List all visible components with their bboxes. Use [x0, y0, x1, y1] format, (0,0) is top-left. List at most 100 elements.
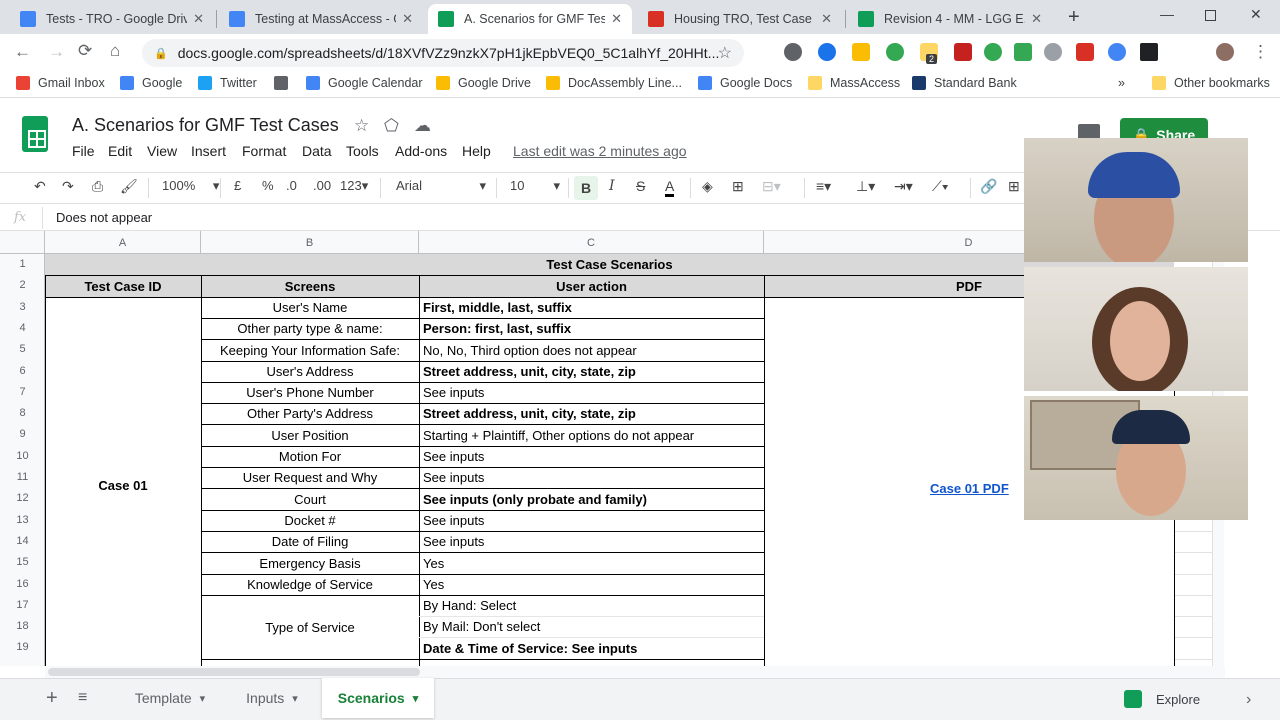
italic-button[interactable]: I	[609, 178, 615, 194]
settings-extension-icon[interactable]	[1044, 43, 1062, 61]
font-select[interactable]: Arial ▾	[396, 178, 486, 193]
action-cell[interactable]: See inputs	[423, 446, 762, 467]
more-formats-select[interactable]: 123▾	[340, 178, 368, 194]
forward-button[interactable]: →	[48, 42, 65, 62]
close-tab-icon[interactable]: ✕	[821, 11, 832, 27]
menu-addons[interactable]: Add-ons	[395, 143, 447, 159]
menu-data[interactable]: Data	[302, 143, 332, 159]
action-cell[interactable]: See inputs	[423, 382, 762, 403]
case-pdf-link[interactable]: Case 01 PDF	[930, 481, 1009, 496]
new-tab-button[interactable]: +	[1068, 6, 1080, 29]
grammarly-extension-icon[interactable]	[984, 43, 1002, 61]
bookmark-item[interactable]: DocAssembly Line...	[546, 76, 682, 90]
bookmark-item[interactable]	[274, 76, 296, 90]
action-cell[interactable]: Date & Time of Service: See inputs	[423, 637, 762, 659]
paint-format-icon[interactable]: 🖌	[120, 178, 138, 195]
bookmark-item[interactable]: Google Docs	[698, 76, 792, 90]
row-header[interactable]: 14	[0, 535, 45, 547]
all-sheets-icon[interactable]: ≡	[78, 678, 87, 718]
close-window-button[interactable]: ✕	[1250, 6, 1262, 23]
bookmark-item[interactable]: Google Drive	[436, 76, 531, 90]
text-rotation-icon[interactable]: ⟋▾	[932, 178, 949, 195]
screen-cell[interactable]: Date of Filing	[201, 531, 419, 552]
star-icon[interactable]: ☆	[354, 116, 369, 136]
text-color-button[interactable]: A	[665, 178, 675, 197]
row-header[interactable]: 5	[0, 343, 45, 355]
select-all-corner[interactable]	[0, 231, 45, 254]
decrease-decimal-button[interactable]: .0	[286, 178, 297, 193]
print-icon[interactable]: ⎙	[92, 178, 103, 195]
screen-cell[interactable]: User Request and Why	[201, 467, 419, 488]
document-title[interactable]: A. Scenarios for GMF Test Cases	[72, 115, 339, 136]
explore-button[interactable]: Explore	[1124, 685, 1200, 713]
screen-cell[interactable]: Knowledge of Service	[201, 574, 419, 595]
browser-tab[interactable]: Testing at MassAccess - Go ✕	[219, 4, 423, 34]
minimize-button[interactable]: —	[1160, 6, 1174, 22]
borders-icon[interactable]: ⊞	[732, 178, 744, 195]
bookmark-item[interactable]: Standard Bank	[912, 76, 1017, 90]
action-cell[interactable]: No, No, Third option does not appear	[423, 339, 762, 361]
row-header[interactable]: 4	[0, 322, 45, 334]
back-button[interactable]: ←	[14, 42, 31, 62]
fill-color-icon[interactable]: ◈	[702, 178, 713, 195]
screen-cell[interactable]: Motion For	[201, 446, 419, 467]
row-header[interactable]: 1	[0, 258, 45, 270]
menu-tools[interactable]: Tools	[346, 143, 379, 159]
screen-cell[interactable]: Docket #	[201, 510, 419, 531]
increase-decimal-button[interactable]: .00	[313, 178, 331, 193]
close-tab-icon[interactable]: ✕	[193, 11, 204, 27]
screen-cell[interactable]: Keeping Your Information Safe:	[201, 339, 419, 361]
profile-avatar[interactable]	[1216, 43, 1234, 61]
row-header[interactable]: 13	[0, 514, 45, 526]
column-header-c[interactable]: C	[419, 231, 764, 254]
menu-edit[interactable]: Edit	[108, 143, 132, 159]
font-size-select[interactable]: 10 ▾	[510, 178, 560, 193]
browser-tab[interactable]: Revision 4 - MM - LGG E. A ✕	[848, 4, 1052, 34]
sheet-tab-template[interactable]: Template ▾	[118, 678, 222, 718]
action-cell[interactable]: Starting + Plaintiff, Other options do n…	[423, 424, 762, 446]
action-cell[interactable]: See inputs	[423, 531, 762, 552]
zoom-select[interactable]: 100% ▾	[162, 178, 219, 194]
screen-cell[interactable]: Other Party's Address	[201, 403, 419, 424]
row-header[interactable]: 11	[0, 471, 45, 483]
terminal-extension-icon[interactable]	[1140, 43, 1158, 61]
color-extension-icon[interactable]	[1108, 43, 1126, 61]
close-tab-icon[interactable]: ✕	[611, 11, 622, 27]
action-cell[interactable]: Yes	[423, 574, 762, 595]
action-cell[interactable]: See inputs	[423, 467, 762, 488]
row-header[interactable]: 17	[0, 599, 45, 611]
download-extension-icon[interactable]	[818, 43, 836, 61]
url-bar[interactable]: 🔒 docs.google.com/spreadsheets/d/18XVfVZ…	[142, 39, 744, 67]
row-header[interactable]: 18	[0, 620, 45, 632]
menu-insert[interactable]: Insert	[191, 143, 226, 159]
add-sheet-button[interactable]: +	[46, 678, 58, 718]
chrome-extension-icon[interactable]	[886, 43, 904, 61]
menu-view[interactable]: View	[147, 143, 177, 159]
screen-cell[interactable]: Court	[201, 488, 419, 510]
bookmark-item[interactable]: Twitter	[198, 76, 257, 90]
bookmarks-overflow-button[interactable]: »	[1118, 76, 1125, 90]
browser-tab[interactable]: Housing TRO, Test Case 02 ✕	[638, 4, 842, 34]
percent-button[interactable]: %	[262, 178, 274, 193]
close-tab-icon[interactable]: ✕	[402, 11, 413, 27]
screen-cell[interactable]: User Position	[201, 424, 419, 446]
action-cell[interactable]: Person: first, last, suffix	[423, 318, 762, 339]
close-tab-icon[interactable]: ✕	[1031, 11, 1042, 27]
row-header[interactable]: 7	[0, 386, 45, 398]
reload-button[interactable]: ⟳	[78, 41, 92, 61]
side-panel-toggle-icon[interactable]: ›	[1246, 680, 1251, 720]
bookmark-item[interactable]: Google	[120, 76, 182, 90]
row-header[interactable]: 15	[0, 556, 45, 568]
menu-help[interactable]: Help	[462, 143, 491, 159]
action-cell[interactable]: Yes	[423, 552, 762, 574]
sheets-extension-icon[interactable]	[1014, 43, 1032, 61]
vertical-align-icon[interactable]: ⊥▾	[856, 178, 875, 195]
action-cell[interactable]: See inputs	[423, 510, 762, 531]
menu-file[interactable]: File	[72, 143, 95, 159]
pinterest-extension-icon[interactable]	[784, 43, 802, 61]
row-header[interactable]: 2	[0, 279, 45, 291]
merge-cells-icon[interactable]: ⊟▾	[762, 178, 781, 195]
row-header[interactable]: 9	[0, 428, 45, 440]
adblock-extension-icon[interactable]	[1076, 43, 1094, 61]
horizontal-scroll-thumb[interactable]	[48, 668, 420, 676]
